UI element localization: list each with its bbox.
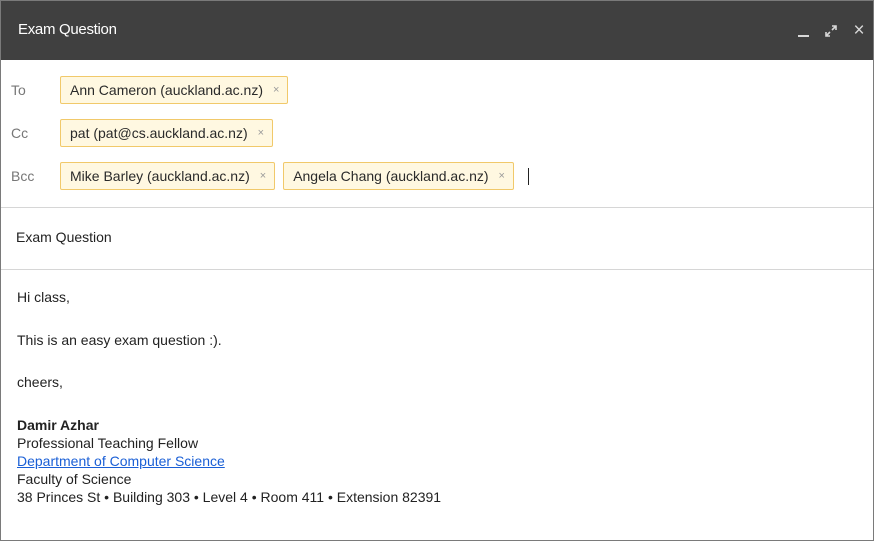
to-chips[interactable]: Ann Cameron (auckland.ac.nz) × xyxy=(60,76,296,104)
recipient-chip-name: Mike Barley (auckland.ac.nz) xyxy=(70,168,250,184)
to-row: To Ann Cameron (auckland.ac.nz) × xyxy=(1,75,873,105)
body-closing: cheers, xyxy=(17,374,63,390)
compose-titlebar: Exam Question × xyxy=(1,1,873,60)
recipient-chip[interactable]: Ann Cameron (auckland.ac.nz) × xyxy=(60,76,289,104)
body-greeting: Hi class, xyxy=(17,289,70,305)
minimize-icon[interactable] xyxy=(789,1,817,60)
window-title: Exam Question xyxy=(18,21,117,38)
to-label: To xyxy=(11,82,26,98)
recipient-chip[interactable]: Angela Chang (auckland.ac.nz) × xyxy=(283,162,514,190)
compose-window: Exam Question × To Ann Cameron (auckland… xyxy=(0,0,874,541)
subject-field[interactable]: Exam Question xyxy=(16,229,112,245)
bcc-chips[interactable]: Mike Barley (auckland.ac.nz) × Angela Ch… xyxy=(60,162,529,190)
bcc-label: Bcc xyxy=(11,168,35,184)
signature-address: 38 Princes St • Building 303 • Level 4 •… xyxy=(17,489,442,505)
recipient-chip-name: pat (pat@cs.auckland.ac.nz) xyxy=(70,125,248,141)
signature-role: Professional Teaching Fellow xyxy=(17,435,199,451)
recipient-chip[interactable]: pat (pat@cs.auckland.ac.nz) × xyxy=(60,119,274,147)
cc-row: Cc pat (pat@cs.auckland.ac.nz) × xyxy=(1,118,873,148)
recipient-chip-name: Angela Chang (auckland.ac.nz) xyxy=(293,168,489,184)
department-link[interactable]: Department of Computer Science xyxy=(17,453,225,469)
expand-icon[interactable] xyxy=(817,1,845,60)
recipients-divider xyxy=(1,207,873,208)
remove-recipient-icon[interactable]: × xyxy=(499,170,505,182)
cc-label: Cc xyxy=(11,125,29,141)
bcc-row: Bcc Mike Barley (auckland.ac.nz) × Angel… xyxy=(1,161,873,191)
subject-divider xyxy=(1,269,873,270)
window-controls: × xyxy=(789,1,873,60)
signature-faculty: Faculty of Science xyxy=(17,471,132,487)
text-cursor xyxy=(527,167,529,185)
recipient-chip[interactable]: Mike Barley (auckland.ac.nz) × xyxy=(60,162,276,190)
remove-recipient-icon[interactable]: × xyxy=(260,170,266,182)
body-message: This is an easy exam question :). xyxy=(17,332,222,348)
remove-recipient-icon[interactable]: × xyxy=(273,84,279,96)
remove-recipient-icon[interactable]: × xyxy=(258,127,264,139)
close-icon[interactable]: × xyxy=(845,1,873,60)
cc-chips[interactable]: pat (pat@cs.auckland.ac.nz) × xyxy=(60,119,281,147)
recipient-chip-name: Ann Cameron (auckland.ac.nz) xyxy=(70,82,263,98)
signature-name: Damir Azhar xyxy=(17,417,99,433)
